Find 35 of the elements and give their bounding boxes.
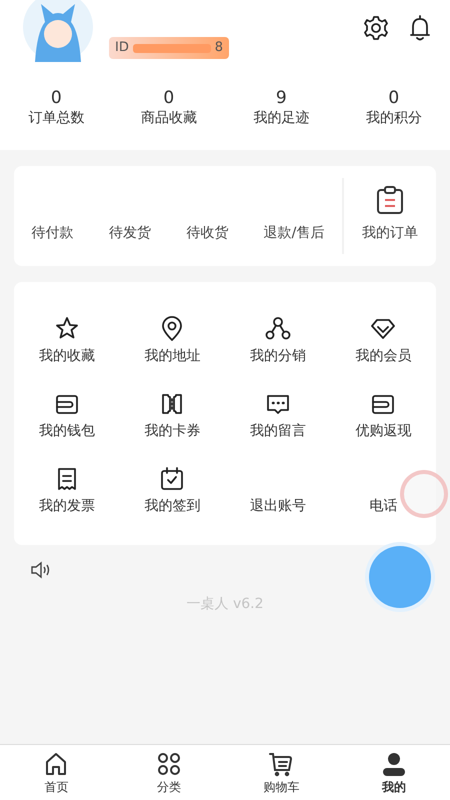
order-status-link[interactable]: 待发货 <box>108 223 151 244</box>
menu-item-link[interactable]: 我的收藏 <box>38 346 95 367</box>
order-status-link[interactable]: 待收货 <box>186 223 228 244</box>
stat-value: 0 <box>163 88 174 108</box>
stat-label[interactable]: 订单总数 <box>28 108 84 130</box>
order-status-link[interactable]: 退款/售后 <box>264 223 324 244</box>
menu-item-link[interactable]: 我的分销 <box>250 346 306 367</box>
menu-item-link[interactable]: 退出账号 <box>250 496 306 517</box>
speaker-icon[interactable] <box>30 561 52 579</box>
menu-item-link[interactable]: 优购返现 <box>355 421 412 442</box>
avatar-icon <box>23 0 93 62</box>
id-number: 8 <box>214 39 223 58</box>
menu-item-link[interactable]: 我的地址 <box>144 346 200 367</box>
tab-grid[interactable]: 分类 <box>112 745 225 800</box>
settings-icon[interactable] <box>362 14 390 42</box>
clipboard-icon <box>375 185 405 215</box>
menu-item-link[interactable]: 我的卡券 <box>144 421 200 442</box>
menu-item-link[interactable]: 我的留言 <box>250 421 306 442</box>
tab-user[interactable]: 我的 <box>338 745 450 800</box>
my-orders-link[interactable]: 我的订单 <box>362 223 418 244</box>
id-label: ID <box>115 39 129 58</box>
stat-value: 0 <box>388 88 400 108</box>
tab-cart[interactable]: 购物车 <box>225 745 338 800</box>
stat-label[interactable]: 我的积分 <box>366 108 422 130</box>
menu-item-link[interactable]: 电话 <box>369 496 398 517</box>
menu-item-link[interactable]: 我的会员 <box>355 346 412 367</box>
order-status-link[interactable]: 待付款 <box>32 223 74 244</box>
tab-home[interactable]: 首页 <box>0 745 112 800</box>
stat-label[interactable]: 我的足迹 <box>253 108 310 130</box>
menu-item-link[interactable]: 我的钱包 <box>38 421 95 442</box>
menu-item-link[interactable]: 我的发票 <box>38 496 95 517</box>
stat-value: 0 <box>50 88 62 108</box>
stat-label[interactable]: 商品收藏 <box>140 108 197 130</box>
menu-item-link[interactable]: 我的签到 <box>144 496 200 517</box>
stat-value: 9 <box>276 88 287 108</box>
